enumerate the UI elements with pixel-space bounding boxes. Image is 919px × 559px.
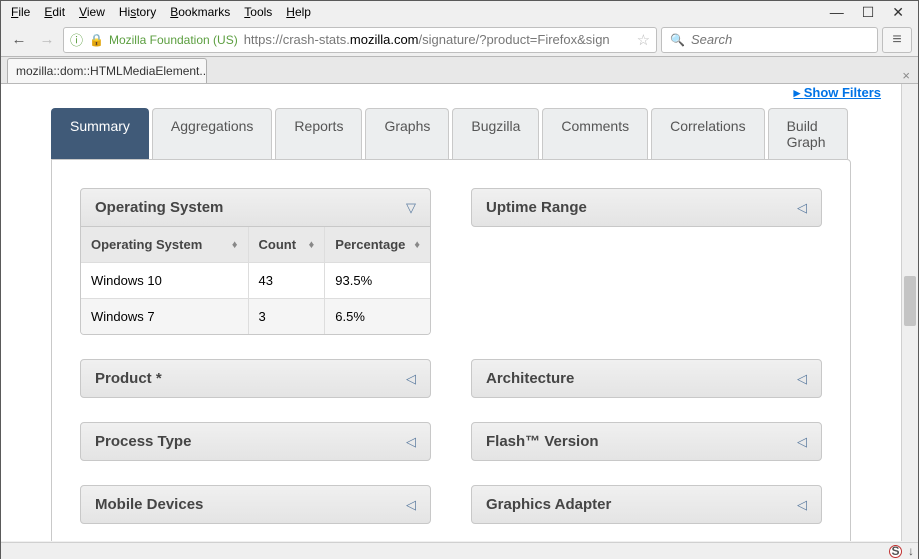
panel-title: Operating System <box>95 199 223 216</box>
search-input[interactable] <box>691 32 869 47</box>
table-row: Windows 10 43 93.5% <box>81 262 430 298</box>
expand-icon: ◁ <box>797 497 807 513</box>
menu-view[interactable]: View <box>73 3 111 21</box>
panel-flash-version: Flash™ Version ◁ <box>471 422 822 461</box>
panel-mobile-devices: Mobile Devices ◁ <box>80 485 431 524</box>
panel-header-uptime-range[interactable]: Uptime Range ◁ <box>471 188 822 227</box>
panel-title: Architecture <box>486 370 574 387</box>
url-text: https://crash-stats.mozilla.com/signatur… <box>244 32 610 47</box>
identity-label: Mozilla Foundation (US) <box>109 33 238 47</box>
download-arrow-icon[interactable]: ↓ <box>908 544 914 558</box>
sort-icon: ♦ <box>414 239 420 251</box>
sort-icon: ♦ <box>232 239 238 251</box>
panel-graphics-adapter: Graphics Adapter ◁ <box>471 485 822 524</box>
status-bar: S ↓ <box>1 542 918 559</box>
url-bar[interactable]: ⓘ 🔒 Mozilla Foundation (US) https://cras… <box>63 27 657 53</box>
col-count[interactable]: Count♦ <box>249 227 326 262</box>
forward-button[interactable]: → <box>35 28 59 52</box>
expand-icon: ◁ <box>797 200 807 216</box>
window-controls: — ☐ ✕ <box>830 4 914 21</box>
tab-summary[interactable]: Summary <box>51 108 149 159</box>
menu-edit[interactable]: Edit <box>38 3 71 21</box>
menu-history[interactable]: History <box>113 3 162 21</box>
os-table: Operating System♦ Count♦ Percentage♦ Win… <box>80 227 431 335</box>
panel-product: Product * ◁ <box>80 359 431 398</box>
expand-icon: ◁ <box>406 497 416 513</box>
panel-header-process-type[interactable]: Process Type ◁ <box>80 422 431 461</box>
tab-title: mozilla::dom::HTMLMediaElement... <box>16 64 207 78</box>
maximize-icon[interactable]: ☐ <box>862 4 875 21</box>
panel-header-architecture[interactable]: Architecture ◁ <box>471 359 822 398</box>
panel-operating-system: Operating System ▽ Operating System♦ Cou… <box>80 188 431 335</box>
panel-architecture: Architecture ◁ <box>471 359 822 398</box>
panel-uptime-range: Uptime Range ◁ <box>471 188 822 335</box>
lock-icon: 🔒 <box>89 33 104 47</box>
info-icon[interactable]: ⓘ <box>70 30 83 49</box>
expand-icon: ◁ <box>797 434 807 450</box>
expand-icon: ◁ <box>797 371 807 387</box>
tab-correlations[interactable]: Correlations <box>651 108 764 159</box>
col-percentage[interactable]: Percentage♦ <box>325 227 430 262</box>
panel-process-type: Process Type ◁ <box>80 422 431 461</box>
panel-title: Mobile Devices <box>95 496 203 513</box>
browser-tab-strip: mozilla::dom::HTMLMediaElement... × <box>1 57 918 84</box>
collapse-icon: ▽ <box>406 200 416 216</box>
panel-title: Graphics Adapter <box>486 496 611 513</box>
menu-bookmarks[interactable]: Bookmarks <box>164 3 236 21</box>
col-os[interactable]: Operating System♦ <box>81 227 249 262</box>
panel-title: Flash™ Version <box>486 433 599 450</box>
panel-header-mobile-devices[interactable]: Mobile Devices ◁ <box>80 485 431 524</box>
tab-graphs[interactable]: Graphs <box>365 108 449 159</box>
panel-header-flash-version[interactable]: Flash™ Version ◁ <box>471 422 822 461</box>
expand-icon: ◁ <box>406 434 416 450</box>
tab-comments[interactable]: Comments <box>542 108 648 159</box>
tab-aggregations[interactable]: Aggregations <box>152 108 273 159</box>
panel-header-operating-system[interactable]: Operating System ▽ <box>80 188 431 227</box>
tab-build-graph[interactable]: Build Graph <box>768 108 848 159</box>
browser-tab[interactable]: mozilla::dom::HTMLMediaElement... <box>7 58 207 83</box>
back-button[interactable]: ← <box>7 28 31 52</box>
menu-help[interactable]: Help <box>280 3 317 21</box>
panel-title: Product * <box>95 370 162 387</box>
bookmark-star-icon[interactable]: ☆ <box>637 31 650 49</box>
page-content: Show Filters Summary Aggregations Report… <box>1 84 901 541</box>
panel-header-graphics-adapter[interactable]: Graphics Adapter ◁ <box>471 485 822 524</box>
panel-title: Uptime Range <box>486 199 587 216</box>
search-bar[interactable]: 🔍 <box>661 27 878 53</box>
page-tabs: Summary Aggregations Reports Graphs Bugz… <box>51 108 851 159</box>
menu-bar: File Edit View History Bookmarks Tools H… <box>1 1 918 23</box>
minimize-icon[interactable]: — <box>830 4 844 20</box>
vertical-scrollbar[interactable] <box>901 84 918 541</box>
search-icon: 🔍 <box>670 33 685 47</box>
site-identity[interactable]: 🔒 Mozilla Foundation (US) <box>89 33 238 47</box>
scroll-thumb[interactable] <box>904 276 916 326</box>
tab-bugzilla[interactable]: Bugzilla <box>452 108 539 159</box>
nav-toolbar: ← → ⓘ 🔒 Mozilla Foundation (US) https://… <box>1 23 918 57</box>
hamburger-menu-button[interactable]: ≡ <box>882 27 912 53</box>
show-filters-link[interactable]: Show Filters <box>794 85 881 101</box>
noscript-icon[interactable]: S <box>889 545 902 558</box>
panel-title: Process Type <box>95 433 191 450</box>
expand-icon: ◁ <box>406 371 416 387</box>
menu-tools[interactable]: Tools <box>238 3 278 21</box>
panel-header-product[interactable]: Product * ◁ <box>80 359 431 398</box>
tab-close-icon[interactable]: × <box>894 68 918 83</box>
menu-file[interactable]: File <box>5 3 36 21</box>
sort-icon: ♦ <box>309 239 315 251</box>
close-window-icon[interactable]: ✕ <box>892 4 904 21</box>
tab-reports[interactable]: Reports <box>275 108 362 159</box>
table-row: Windows 7 3 6.5% <box>81 298 430 334</box>
